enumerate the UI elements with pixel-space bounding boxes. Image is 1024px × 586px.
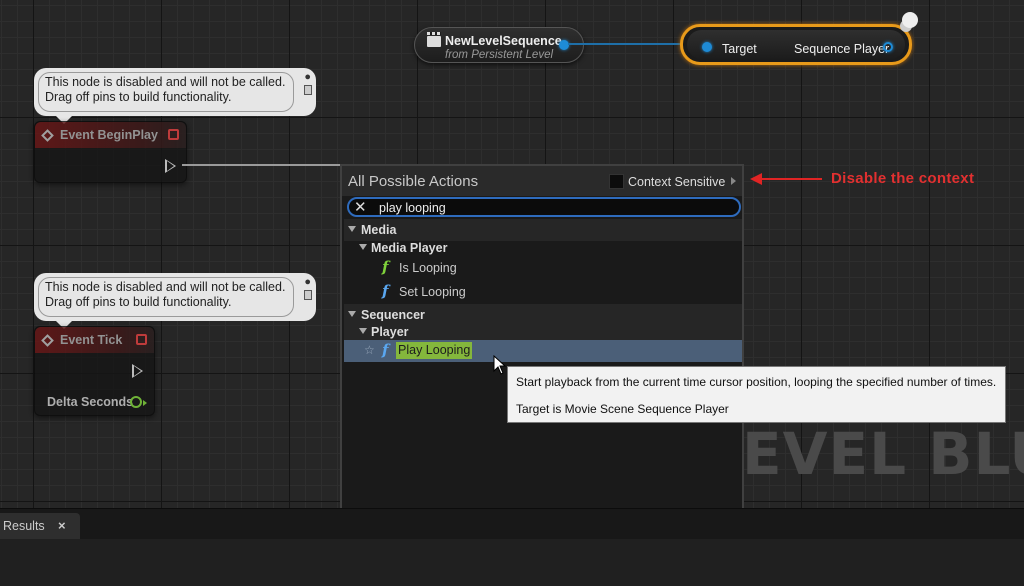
action-tooltip: Start playback from the current time cur…	[507, 366, 1006, 423]
action-label: Set Looping	[399, 285, 466, 299]
close-icon[interactable]: ✕	[354, 198, 367, 216]
exec-output-pin[interactable]	[165, 159, 176, 173]
context-sensitive-checkbox[interactable]	[609, 174, 624, 189]
graph-watermark: EVEL BLUEP	[742, 420, 1024, 488]
delta-seconds-label: Delta Seconds	[47, 395, 134, 409]
tooltip-description: Start playback from the current time cur…	[516, 375, 997, 389]
results-tab[interactable]: Results ×	[0, 513, 80, 539]
disabled-node-comment: This node is disabled and will not be ca…	[34, 68, 316, 124]
action-play-looping[interactable]: ☆ f Play Looping	[344, 340, 742, 362]
subcategory-label: Player	[371, 325, 409, 339]
event-diamond-icon	[41, 128, 54, 142]
disabled-node-comment: This node is disabled and will not be ca…	[34, 273, 316, 329]
subcategory-label: Media Player	[371, 241, 448, 255]
action-label: Play Looping	[396, 342, 473, 359]
action-label: Is Looping	[399, 261, 457, 275]
exec-output-pin[interactable]	[132, 364, 143, 378]
action-is-looping[interactable]: f Is Looping	[344, 257, 742, 279]
comment-line-2: Drag off pins to build functionality.	[45, 295, 232, 309]
event-tick-title: Event Tick	[60, 333, 123, 347]
delegate-pin-icon[interactable]	[168, 129, 179, 140]
event-beginplay-node[interactable]: Event BeginPlay	[34, 121, 187, 183]
close-icon[interactable]: ×	[58, 518, 66, 533]
action-search-input[interactable]: ✕ play looping	[347, 197, 741, 217]
comment-line-1: This node is disabled and will not be ca…	[45, 75, 286, 89]
results-panel: Results ×	[0, 508, 1024, 586]
expand-arrow-icon[interactable]	[359, 328, 367, 334]
pin-icon[interactable]: ●	[304, 275, 311, 290]
results-content	[0, 539, 1024, 586]
search-value[interactable]: play looping	[379, 201, 446, 215]
comment-bubble-icon	[304, 85, 312, 95]
pin-icon[interactable]: ●	[304, 70, 311, 85]
mouse-cursor-icon	[493, 355, 507, 375]
delta-seconds-pin[interactable]	[130, 396, 147, 408]
comment-line-2: Drag off pins to build functionality.	[45, 90, 232, 104]
exec-wire	[182, 164, 342, 166]
tooltip-target: Target is Movie Scene Sequence Player	[516, 402, 729, 416]
sequence-player-output-pin[interactable]	[883, 42, 893, 52]
sequence-player-label: Sequence Player	[794, 42, 890, 56]
comment-bubble-icon	[304, 290, 312, 300]
event-beginplay-title: Event BeginPlay	[60, 128, 158, 142]
sequence-node-title: NewLevelSequence	[445, 34, 562, 48]
results-tab-label: Results	[3, 519, 45, 533]
action-menu-title: All Possible Actions	[348, 173, 479, 190]
annotation-text: Disable the context	[831, 170, 975, 187]
delegate-pin-icon[interactable]	[136, 334, 147, 345]
function-icon: f	[382, 258, 389, 276]
clapperboard-icon	[427, 32, 441, 47]
subcategory-media-player[interactable]: Media Player	[344, 237, 742, 259]
expand-arrow-icon[interactable]	[348, 311, 356, 317]
node-bubble-icon[interactable]	[902, 12, 918, 28]
chevron-right-icon[interactable]	[731, 177, 736, 185]
action-menu-header: All Possible Actions Context Sensitive	[342, 166, 742, 196]
event-diamond-icon	[41, 333, 54, 347]
target-input-pin[interactable]	[702, 42, 712, 52]
event-tick-node[interactable]: Event Tick Delta Seconds	[34, 326, 155, 416]
function-icon: f	[382, 341, 389, 359]
comment-line-1: This node is disabled and will not be ca…	[45, 280, 286, 294]
context-sensitive-label[interactable]: Context Sensitive	[628, 175, 725, 189]
category-label: Sequencer	[361, 308, 425, 322]
action-set-looping[interactable]: f Set Looping	[344, 281, 742, 303]
category-label: Media	[361, 223, 397, 237]
get-sequence-player-node[interactable]: Target Sequence Player	[680, 24, 912, 65]
function-icon: f	[382, 282, 389, 300]
expand-arrow-icon[interactable]	[359, 244, 367, 250]
expand-arrow-icon[interactable]	[348, 226, 356, 232]
sequence-output-pin[interactable]	[559, 40, 569, 50]
annotation-arrow-icon	[750, 173, 762, 185]
sequence-node-subtitle: from Persistent Level	[445, 49, 554, 61]
star-icon[interactable]: ☆	[364, 343, 375, 357]
annotation-arrow-line	[756, 178, 822, 180]
target-pin-label: Target	[722, 42, 757, 56]
level-sequence-node[interactable]: NewLevelSequence from Persistent Level	[414, 27, 584, 63]
